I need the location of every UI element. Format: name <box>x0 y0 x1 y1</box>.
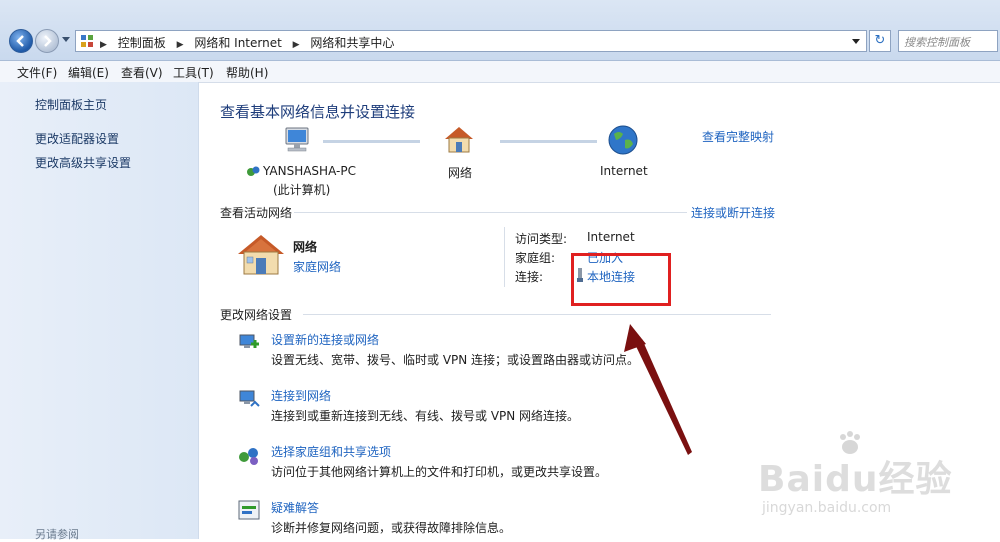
search-input[interactable] <box>902 32 998 52</box>
network-type-link[interactable]: 家庭网络 <box>293 258 341 275</box>
address-dropdown-icon[interactable] <box>852 39 860 44</box>
home-network-icon <box>445 127 473 153</box>
highlight-box <box>571 253 671 306</box>
section-divider <box>294 212 687 213</box>
chevron-right-icon[interactable]: ▶ <box>100 40 107 50</box>
computer-icon <box>285 127 309 152</box>
new-connection-icon <box>239 334 259 348</box>
address-toolbar: ▶ 控制面板 ▶ 网络和 Internet ▶ 网络和共享中心 ↻ <box>0 0 1000 61</box>
history-dropdown-icon[interactable] <box>62 37 70 42</box>
menu-edit[interactable]: 编辑(E) <box>68 64 109 81</box>
control-panel-icon <box>81 35 93 47</box>
chevron-right-icon[interactable]: ▶ <box>293 40 300 50</box>
map-connector <box>500 140 597 143</box>
task-homegroup-sharing[interactable]: 选择家庭组和共享选项 <box>271 443 391 460</box>
troubleshoot-icon <box>238 500 260 520</box>
access-type-label: 访问类型: <box>515 232 568 246</box>
connect-disconnect-link[interactable]: 连接或断开连接 <box>691 204 775 221</box>
task-troubleshoot-desc: 诊断并修复网络问题，或获得故障排除信息。 <box>271 521 512 535</box>
homegroup-label: 家庭组: <box>515 251 556 265</box>
search-box[interactable] <box>898 30 998 52</box>
sidebar-see-also: 另请参阅 <box>35 528 79 541</box>
arrow-left-icon <box>16 35 24 47</box>
arrow-right-icon <box>44 35 52 47</box>
annotation-arrow <box>624 324 692 455</box>
section-divider <box>303 314 771 315</box>
watermark: Baidu经验 jingyan.baidu.com <box>740 430 990 530</box>
chevron-right-icon[interactable]: ▶ <box>177 40 184 50</box>
menu-help[interactable]: 帮助(H) <box>226 64 268 81</box>
menu-tools[interactable]: 工具(T) <box>173 64 214 81</box>
menu-file[interactable]: 文件(F) <box>17 64 57 81</box>
breadcrumb-network-internet[interactable]: 网络和 Internet <box>194 36 281 50</box>
task-new-connection-desc: 设置无线、宽带、拨号、临时或 VPN 连接；或设置路由器或访问点。 <box>271 353 640 367</box>
see-full-map-link[interactable]: 查看完整映射 <box>702 128 774 145</box>
task-homegroup-sharing-desc: 访问位于其他网络计算机上的文件和打印机，或更改共享设置。 <box>271 465 608 479</box>
sidebar-item-control-panel-home[interactable]: 控制面板主页 <box>35 96 107 113</box>
map-internet-label: Internet <box>600 164 648 178</box>
menu-view[interactable]: 查看(V) <box>121 64 163 81</box>
page-title: 查看基本网络信息并设置连接 <box>220 103 416 121</box>
map-network-label: 网络 <box>448 166 473 180</box>
home-network-icon <box>238 235 284 275</box>
forward-button[interactable] <box>35 29 59 53</box>
task-connect-network-desc: 连接到或重新连接到无线、有线、拨号或 VPN 网络连接。 <box>271 409 580 423</box>
connection-label: 连接: <box>515 270 544 284</box>
task-connect-network[interactable]: 连接到网络 <box>271 387 331 404</box>
watermark-brand: Baidu <box>758 459 879 500</box>
menu-bar: 文件(F) 编辑(E) 查看(V) 工具(T) 帮助(H) <box>0 61 1000 83</box>
task-new-connection[interactable]: 设置新的连接或网络 <box>271 331 379 348</box>
sidebar: 控制面板主页 更改适配器设置 更改高级共享设置 另请参阅 <box>0 82 199 541</box>
homegroup-icon <box>239 448 258 465</box>
network-name: 网络 <box>293 240 318 254</box>
map-connector <box>323 140 420 143</box>
refresh-icon: ↻ <box>874 33 886 48</box>
breadcrumb-network-sharing-center[interactable]: 网络和共享中心 <box>310 36 394 50</box>
computer-name: YANSHASHA-PC <box>263 164 356 178</box>
back-button[interactable] <box>9 29 33 53</box>
access-type-value: Internet <box>587 230 635 244</box>
watermark-url: jingyan.baidu.com <box>762 500 892 516</box>
sidebar-item-adapter-settings[interactable]: 更改适配器设置 <box>35 130 119 147</box>
breadcrumb-control-panel[interactable]: 控制面板 <box>118 36 166 50</box>
change-settings-heading: 更改网络设置 <box>220 308 293 322</box>
refresh-button[interactable]: ↻ <box>869 30 891 52</box>
connect-network-icon <box>239 390 260 407</box>
network-user-icon <box>247 166 260 176</box>
address-input[interactable]: ▶ 控制面板 ▶ 网络和 Internet ▶ 网络和共享中心 <box>75 30 867 52</box>
breadcrumb: ▶ 控制面板 ▶ 网络和 Internet ▶ 网络和共享中心 <box>100 34 394 51</box>
computer-sub: (此计算机) <box>273 183 331 197</box>
active-networks-heading: 查看活动网络 <box>220 206 293 220</box>
watermark-cn: 经验 <box>878 459 953 500</box>
globe-icon <box>608 125 638 155</box>
sidebar-item-advanced-sharing[interactable]: 更改高级共享设置 <box>35 154 131 171</box>
vertical-divider <box>504 227 505 287</box>
task-troubleshoot[interactable]: 疑难解答 <box>271 499 319 516</box>
